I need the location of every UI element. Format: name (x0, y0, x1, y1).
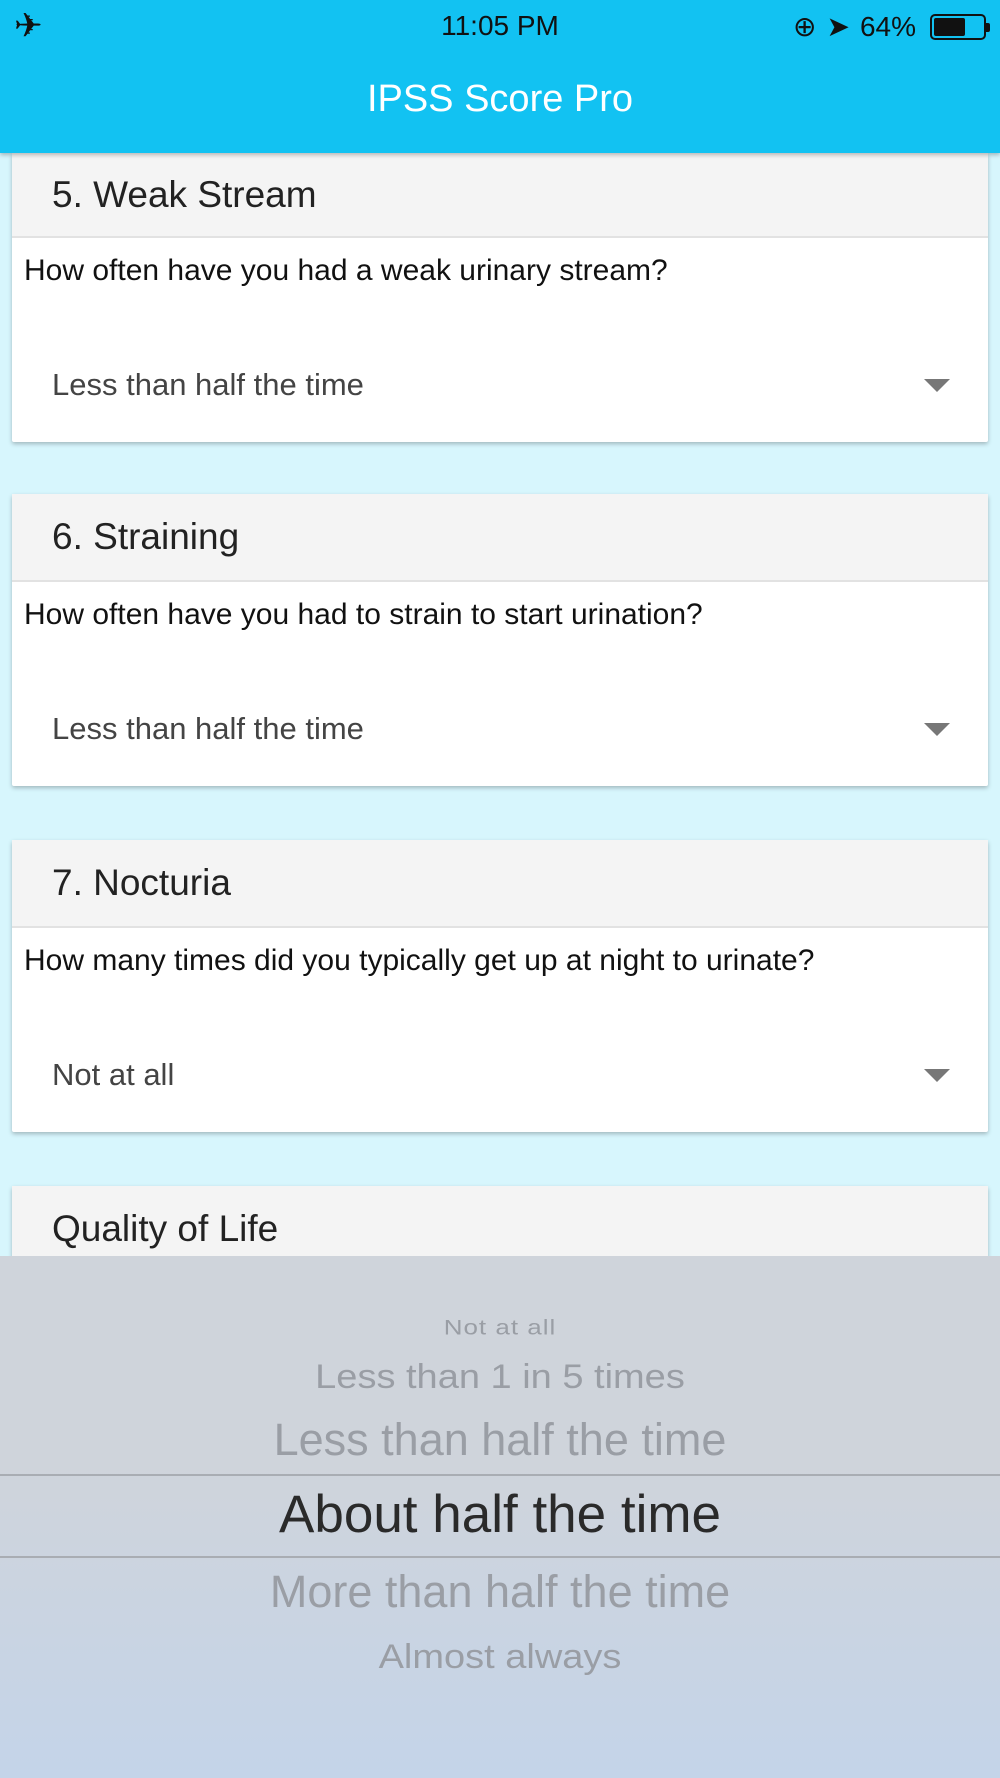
picker-option[interactable]: Less than 1 in 5 times (0, 1358, 1000, 1397)
picker-option-selected[interactable]: About half the time (0, 1484, 1000, 1545)
picker-option[interactable]: More than half the time (0, 1566, 1000, 1618)
chevron-down-icon (924, 1068, 950, 1082)
chevron-down-icon (924, 378, 950, 392)
answer-value: Less than half the time (52, 367, 364, 402)
answer-select[interactable]: Not at all (12, 1018, 988, 1132)
picker-option[interactable]: Not at all (0, 1315, 1000, 1340)
card-heading: 5. Weak Stream (12, 153, 988, 238)
status-right: ⊕ ➤ 64% (793, 10, 990, 43)
answer-value: Less than half the time (52, 711, 364, 746)
card-heading: 7. Nocturia (12, 840, 988, 928)
card-heading: 6. Straining (12, 494, 988, 582)
answer-picker-wheel[interactable]: Not at all Less than 1 in 5 times Less t… (0, 1256, 1000, 1778)
answer-select[interactable]: Less than half the time (12, 328, 988, 442)
picker-option[interactable]: Less than half the time (0, 1414, 1000, 1466)
page-title: IPSS Score Pro (366, 78, 634, 120)
question-card-straining: 6. Straining How often have you had to s… (12, 494, 988, 786)
app-header: ✈ 11:05 PM ⊕ ➤ 64% IPSS Score Pro (0, 0, 1000, 153)
question-text: How often have you had a weak urinary st… (24, 254, 668, 287)
battery-icon (930, 13, 990, 40)
question-text: How many times did you typically get up … (24, 944, 815, 977)
answer-value: Not at all (52, 1057, 175, 1092)
rotation-lock-icon: ⊕ (793, 11, 817, 42)
battery-percent: 64% (859, 10, 916, 42)
picker-option[interactable]: Almost always (0, 1638, 1000, 1677)
answer-select[interactable]: Less than half the time (12, 672, 988, 786)
question-card-weak-stream: 5. Weak Stream How often have you had a … (12, 153, 988, 442)
status-bar: ✈ 11:05 PM ⊕ ➤ 64% (0, 0, 1000, 50)
question-text: How often have you had to strain to star… (24, 598, 703, 631)
battery-fill (934, 17, 965, 36)
question-card-nocturia: 7. Nocturia How many times did you typic… (12, 840, 988, 1132)
chevron-down-icon (924, 722, 950, 736)
location-arrow-icon: ➤ (826, 11, 850, 42)
